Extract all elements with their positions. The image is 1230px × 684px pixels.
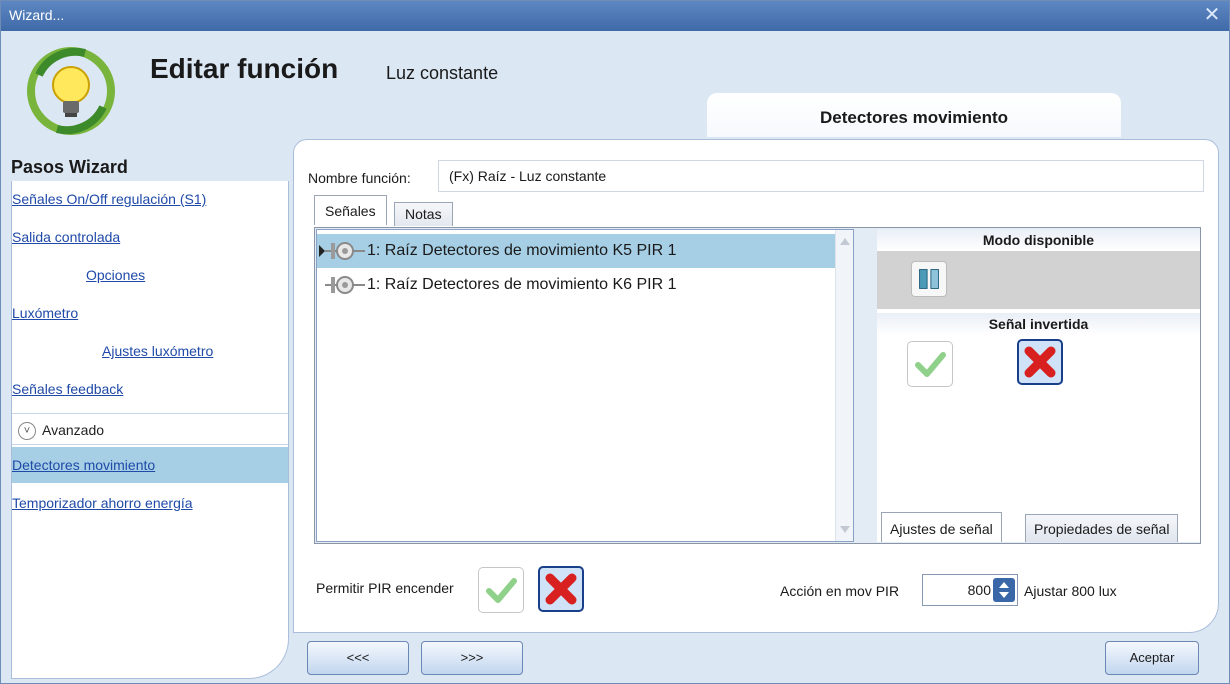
contact-mode-icon[interactable] <box>911 261 947 297</box>
title-bar: Wizard... ✕ <box>1 1 1229 31</box>
pir-action-value: 800 <box>967 582 991 598</box>
permit-pir-yes-button[interactable] <box>478 567 524 613</box>
permit-pir-label: Permitir PIR encender <box>316 580 454 596</box>
tab-ajustes-senal[interactable]: Ajustes de señal <box>881 512 1002 542</box>
advanced-toggle[interactable]: ˅ Avanzado <box>12 413 288 445</box>
header: Editar función Luz constante Detectores … <box>5 35 1225 145</box>
list-scrollbar[interactable] <box>835 230 853 541</box>
pir-action-stepper[interactable]: 800 <box>922 574 1018 606</box>
lightbulb-logo-icon <box>27 47 115 135</box>
pir-sensor-icon <box>325 242 365 260</box>
step-detectores-movimiento[interactable]: Detectores movimiento <box>12 447 288 483</box>
tab-detectores-movimiento: Detectores movimiento <box>707 93 1121 137</box>
tab-propiedades-senal[interactable]: Propiedades de señal <box>1025 514 1179 542</box>
cross-icon <box>545 573 577 605</box>
tab-senales[interactable]: Señales <box>314 195 387 225</box>
step-senales-feedback[interactable]: Señales feedback <box>12 371 288 407</box>
step-salida-controlada[interactable]: Salida controlada <box>12 219 288 255</box>
spinner-arrows-icon[interactable] <box>993 578 1015 602</box>
close-icon[interactable]: ✕ <box>1201 4 1223 26</box>
inverted-signal-heading: Señal invertida <box>877 313 1200 335</box>
advanced-label: Avanzado <box>42 422 105 438</box>
function-subtitle: Luz constante <box>386 63 499 83</box>
previous-button[interactable]: <<< <box>307 641 409 675</box>
pir-action-label: Acción en mov PIR <box>780 583 900 599</box>
pir-sensor-icon <box>325 276 365 294</box>
list-item[interactable]: 1: Raíz Detectores de movimiento K6 PIR … <box>317 268 853 302</box>
accept-button[interactable]: Aceptar <box>1105 641 1199 675</box>
scroll-down-icon[interactable] <box>840 526 850 533</box>
permit-pir-no-button[interactable] <box>538 566 584 612</box>
chevron-down-icon: ˅ <box>18 422 36 441</box>
cross-icon <box>1024 346 1056 378</box>
function-name-label: Nombre función: <box>308 170 411 186</box>
invert-yes-button[interactable] <box>907 341 953 387</box>
step-temporizador-ahorro[interactable]: Temporizador ahorro energía <box>12 485 288 521</box>
list-item[interactable]: 1: Raíz Detectores de movimiento K5 PIR … <box>317 234 853 268</box>
next-button[interactable]: >>> <box>421 641 523 675</box>
page-title: Editar función <box>150 53 339 84</box>
lux-setting-label: Ajustar 800 lux <box>1024 583 1117 599</box>
invert-no-button[interactable] <box>1017 339 1063 385</box>
steps-panel: Señales On/Off regulación (S1) Salida co… <box>11 181 289 679</box>
window-title: Wizard... <box>9 7 65 23</box>
property-subtabs: Ajustes de señal Propiedades de señal <box>877 512 1200 542</box>
signal-properties-panel: Modo disponible Señal invertida Ajustes … <box>877 229 1200 542</box>
step-senales-onoff[interactable]: Señales On/Off regulación (S1) <box>12 181 288 217</box>
mode-available-heading: Modo disponible <box>877 229 1200 251</box>
step-ajustes-luxometro[interactable]: Ajustes luxómetro <box>12 333 288 369</box>
step-luxometro[interactable]: Luxómetro <box>12 295 288 331</box>
signals-list: 1: Raíz Detectores de movimiento K5 PIR … <box>316 229 854 542</box>
sidebar-heading: Pasos Wizard <box>11 157 128 177</box>
check-icon <box>486 578 517 603</box>
signal-label: 1: Raíz Detectores de movimiento K5 PIR … <box>367 242 677 259</box>
check-icon <box>915 352 946 377</box>
function-name-input[interactable]: (Fx) Raíz - Luz constante <box>438 160 1204 192</box>
signal-label: 1: Raíz Detectores de movimiento K6 PIR … <box>367 276 677 293</box>
mode-band <box>877 251 1200 309</box>
signals-area: 1: Raíz Detectores de movimiento K5 PIR … <box>314 227 1201 544</box>
tab-notas[interactable]: Notas <box>394 202 453 226</box>
scroll-up-icon[interactable] <box>840 238 850 245</box>
wizard-steps-sidebar: Pasos Wizard Señales On/Off regulación (… <box>11 151 289 679</box>
main-panel: Nombre función: (Fx) Raíz - Luz constant… <box>293 139 1219 633</box>
wizard-window: Wizard... ✕ Editar función Luz constante… <box>0 0 1230 684</box>
step-opciones[interactable]: Opciones <box>12 257 288 293</box>
